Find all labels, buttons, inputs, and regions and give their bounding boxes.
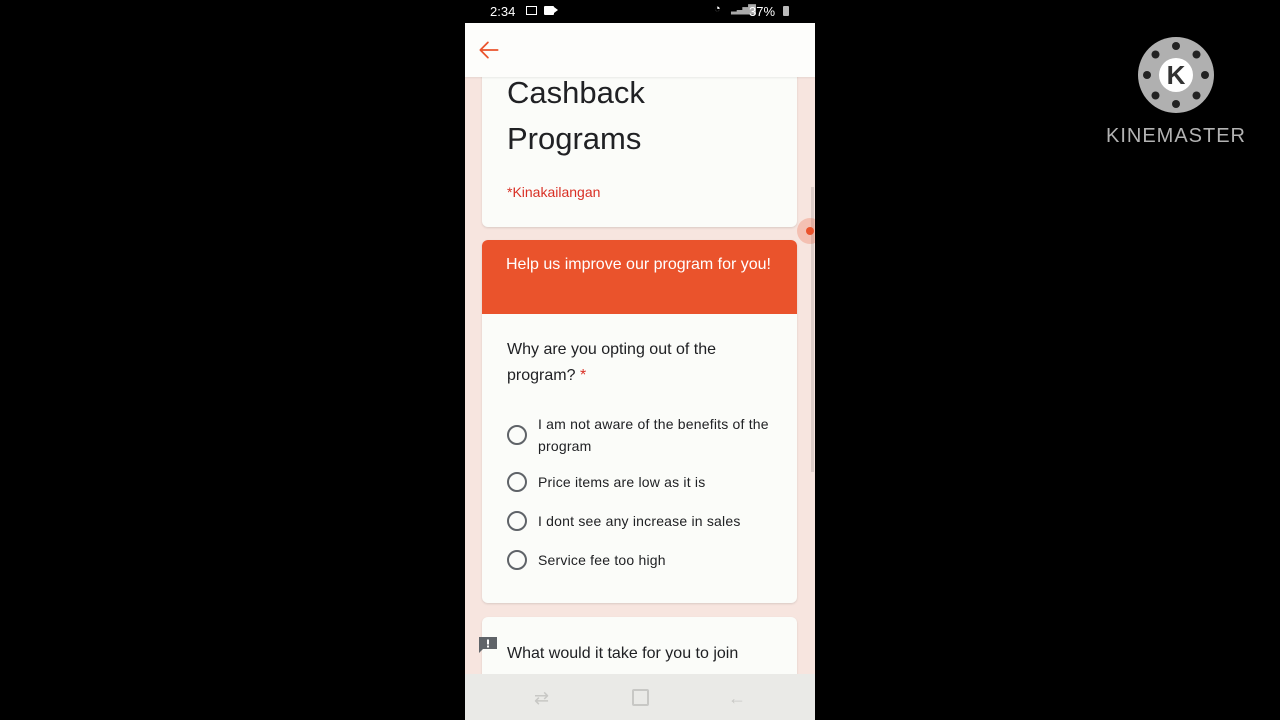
arrow-left-icon[interactable] [476,37,502,63]
section-title: Help us improve our program for you! [506,256,771,273]
radio-button[interactable] [507,472,527,492]
phone-screen: 2:34 ◔ ▂▃▅▇ 37% Cashback Programs *Kinak… [465,0,815,720]
section-card: Help us improve our program for you! Why… [482,240,797,603]
feedback-icon[interactable] [478,636,498,654]
battery-level: 37% [749,4,776,19]
question-text: Why are you opting out of the program? [507,341,717,384]
video-icon [544,6,558,15]
app-bar [465,23,815,77]
question-title: What would it take for you to join [507,645,739,662]
radio-option-no-increase[interactable]: I dont see any increase in sales [507,510,782,532]
radio-button[interactable] [507,425,527,445]
kinemaster-watermark: KINEMASTER [1105,125,1247,147]
radio-option-price-low[interactable]: Price items are low as it is [507,471,782,493]
gallery-icon [526,6,537,15]
form-title: Cashback Programs [507,75,645,156]
home-icon[interactable] [632,689,649,706]
wifi-icon: ◔ [714,3,721,15]
required-note: *Kinakailangan [507,184,601,200]
section-header: Help us improve our program for you! [482,240,797,314]
radio-option-fee-high[interactable]: Service fee too high [507,549,782,571]
kinemaster-logo-letter: K [1167,60,1186,90]
question-title: Why are you opting out of the program? * [507,337,777,389]
kinemaster-logo-icon: K [1138,37,1214,113]
required-marker: * [579,367,587,384]
scrollbar-thumb[interactable] [797,218,815,244]
navigation-bar: ⇄ ← [465,674,815,720]
battery-icon [783,6,789,16]
option-label: I am not aware of the benefits of the pr… [538,416,769,454]
radio-option-not-aware[interactable]: I am not aware of the benefits of the pr… [507,413,782,457]
option-label: Price items are low as it is [538,474,706,490]
status-bar: 2:34 ◔ ▂▃▅▇ 37% [465,0,815,23]
status-time: 2:34 [490,4,516,19]
radio-button[interactable] [507,550,527,570]
radio-button[interactable] [507,511,527,531]
back-icon[interactable]: ← [728,688,746,709]
form-title-card: Cashback Programs *Kinakailangan [482,60,797,227]
option-label: Service fee too high [538,552,666,568]
option-label: I dont see any increase in sales [538,513,741,529]
recents-icon[interactable]: ⇄ [534,688,549,709]
